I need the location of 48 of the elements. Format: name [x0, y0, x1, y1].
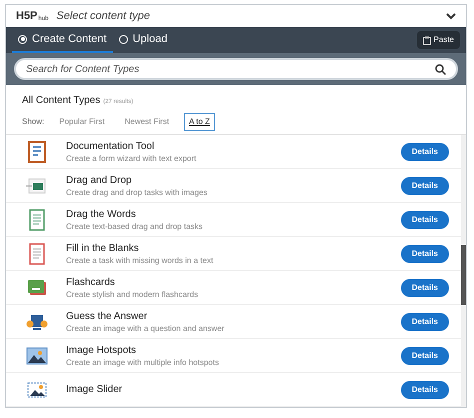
- content-type-description: Create text-based drag and drop tasks: [66, 220, 204, 232]
- content-type-description: Create drag and drop tasks with images: [66, 186, 208, 198]
- search-icon: [435, 64, 446, 74]
- paste-button[interactable]: Paste: [416, 31, 460, 49]
- clipboard-icon: [422, 36, 431, 44]
- content-type-title: Flashcards: [66, 276, 116, 288]
- details-button[interactable]: Details: [400, 244, 449, 262]
- content-type-title: Drag the Words: [66, 208, 137, 220]
- content-type-title: Image Hotspots: [66, 344, 138, 356]
- radio-icon: [118, 34, 128, 44]
- details-button[interactable]: Details: [400, 380, 449, 398]
- content-type-row[interactable]: Drag and Drop Create drag and drop tasks with images Details: [6, 169, 461, 203]
- details-button[interactable]: Details: [400, 210, 449, 228]
- content-type-row[interactable]: Image Slider Details: [6, 373, 461, 407]
- content-type-row[interactable]: Documentation Tool Create a form wizard with text export Details: [6, 135, 461, 169]
- details-button[interactable]: Details: [400, 176, 449, 194]
- content-type-row[interactable]: Drag the Words Create text-based drag and drop tasks Details: [6, 203, 461, 237]
- content-type-title: Drag and Drop: [66, 174, 133, 186]
- content-type-title: Fill in the Blanks: [66, 242, 140, 254]
- details-button[interactable]: Details: [400, 312, 449, 330]
- content-type-description: Create an image with multiple info hotspots: [66, 356, 220, 368]
- tab[interactable]: Upload: [112, 27, 174, 53]
- search-bar[interactable]: Search for Content Types: [14, 58, 458, 80]
- details-button[interactable]: Details: [400, 142, 449, 160]
- document-icon: [26, 140, 48, 162]
- content-type-title: Guess the Answer: [66, 310, 148, 322]
- content-type-description: Create an image with a question and answer: [66, 322, 226, 334]
- scrollbar-thumb[interactable]: [461, 245, 466, 305]
- details-button[interactable]: Details: [400, 278, 449, 296]
- content-type-title: Documentation Tool: [66, 140, 156, 152]
- header-title: Select content type: [56, 8, 150, 24]
- radio-icon: [18, 34, 27, 44]
- details-button[interactable]: Details: [400, 346, 449, 364]
- show-label: Show:: [22, 116, 44, 128]
- sort-option[interactable]: Newest First: [120, 113, 174, 131]
- image-icon: [26, 344, 48, 366]
- section-title: All Content Types: [22, 94, 100, 108]
- content-type-row[interactable]: Flashcards Create stylish and modern flashcards Details: [6, 271, 461, 305]
- sort-option[interactable]: A to Z: [184, 113, 215, 131]
- content-type-row[interactable]: Fill in the Blanks Create a task with missing words in a text Details: [6, 237, 461, 271]
- content-type-row[interactable]: Guess the Answer Create an image with a question and answer Details: [6, 305, 461, 339]
- content-type-description: Create a task with missing words in a text: [66, 254, 214, 266]
- content-type-title: Image Slider: [66, 383, 124, 396]
- chevron-down-icon: [446, 12, 456, 20]
- content-type-row[interactable]: Image Hotspots Create an image with multiple info hotspots Details: [6, 339, 461, 373]
- content-type-description: Create stylish and modern flashcards: [66, 288, 200, 300]
- content-type-description: Create a form wizard with text export: [66, 152, 198, 164]
- sort-option[interactable]: Popular First: [54, 113, 110, 131]
